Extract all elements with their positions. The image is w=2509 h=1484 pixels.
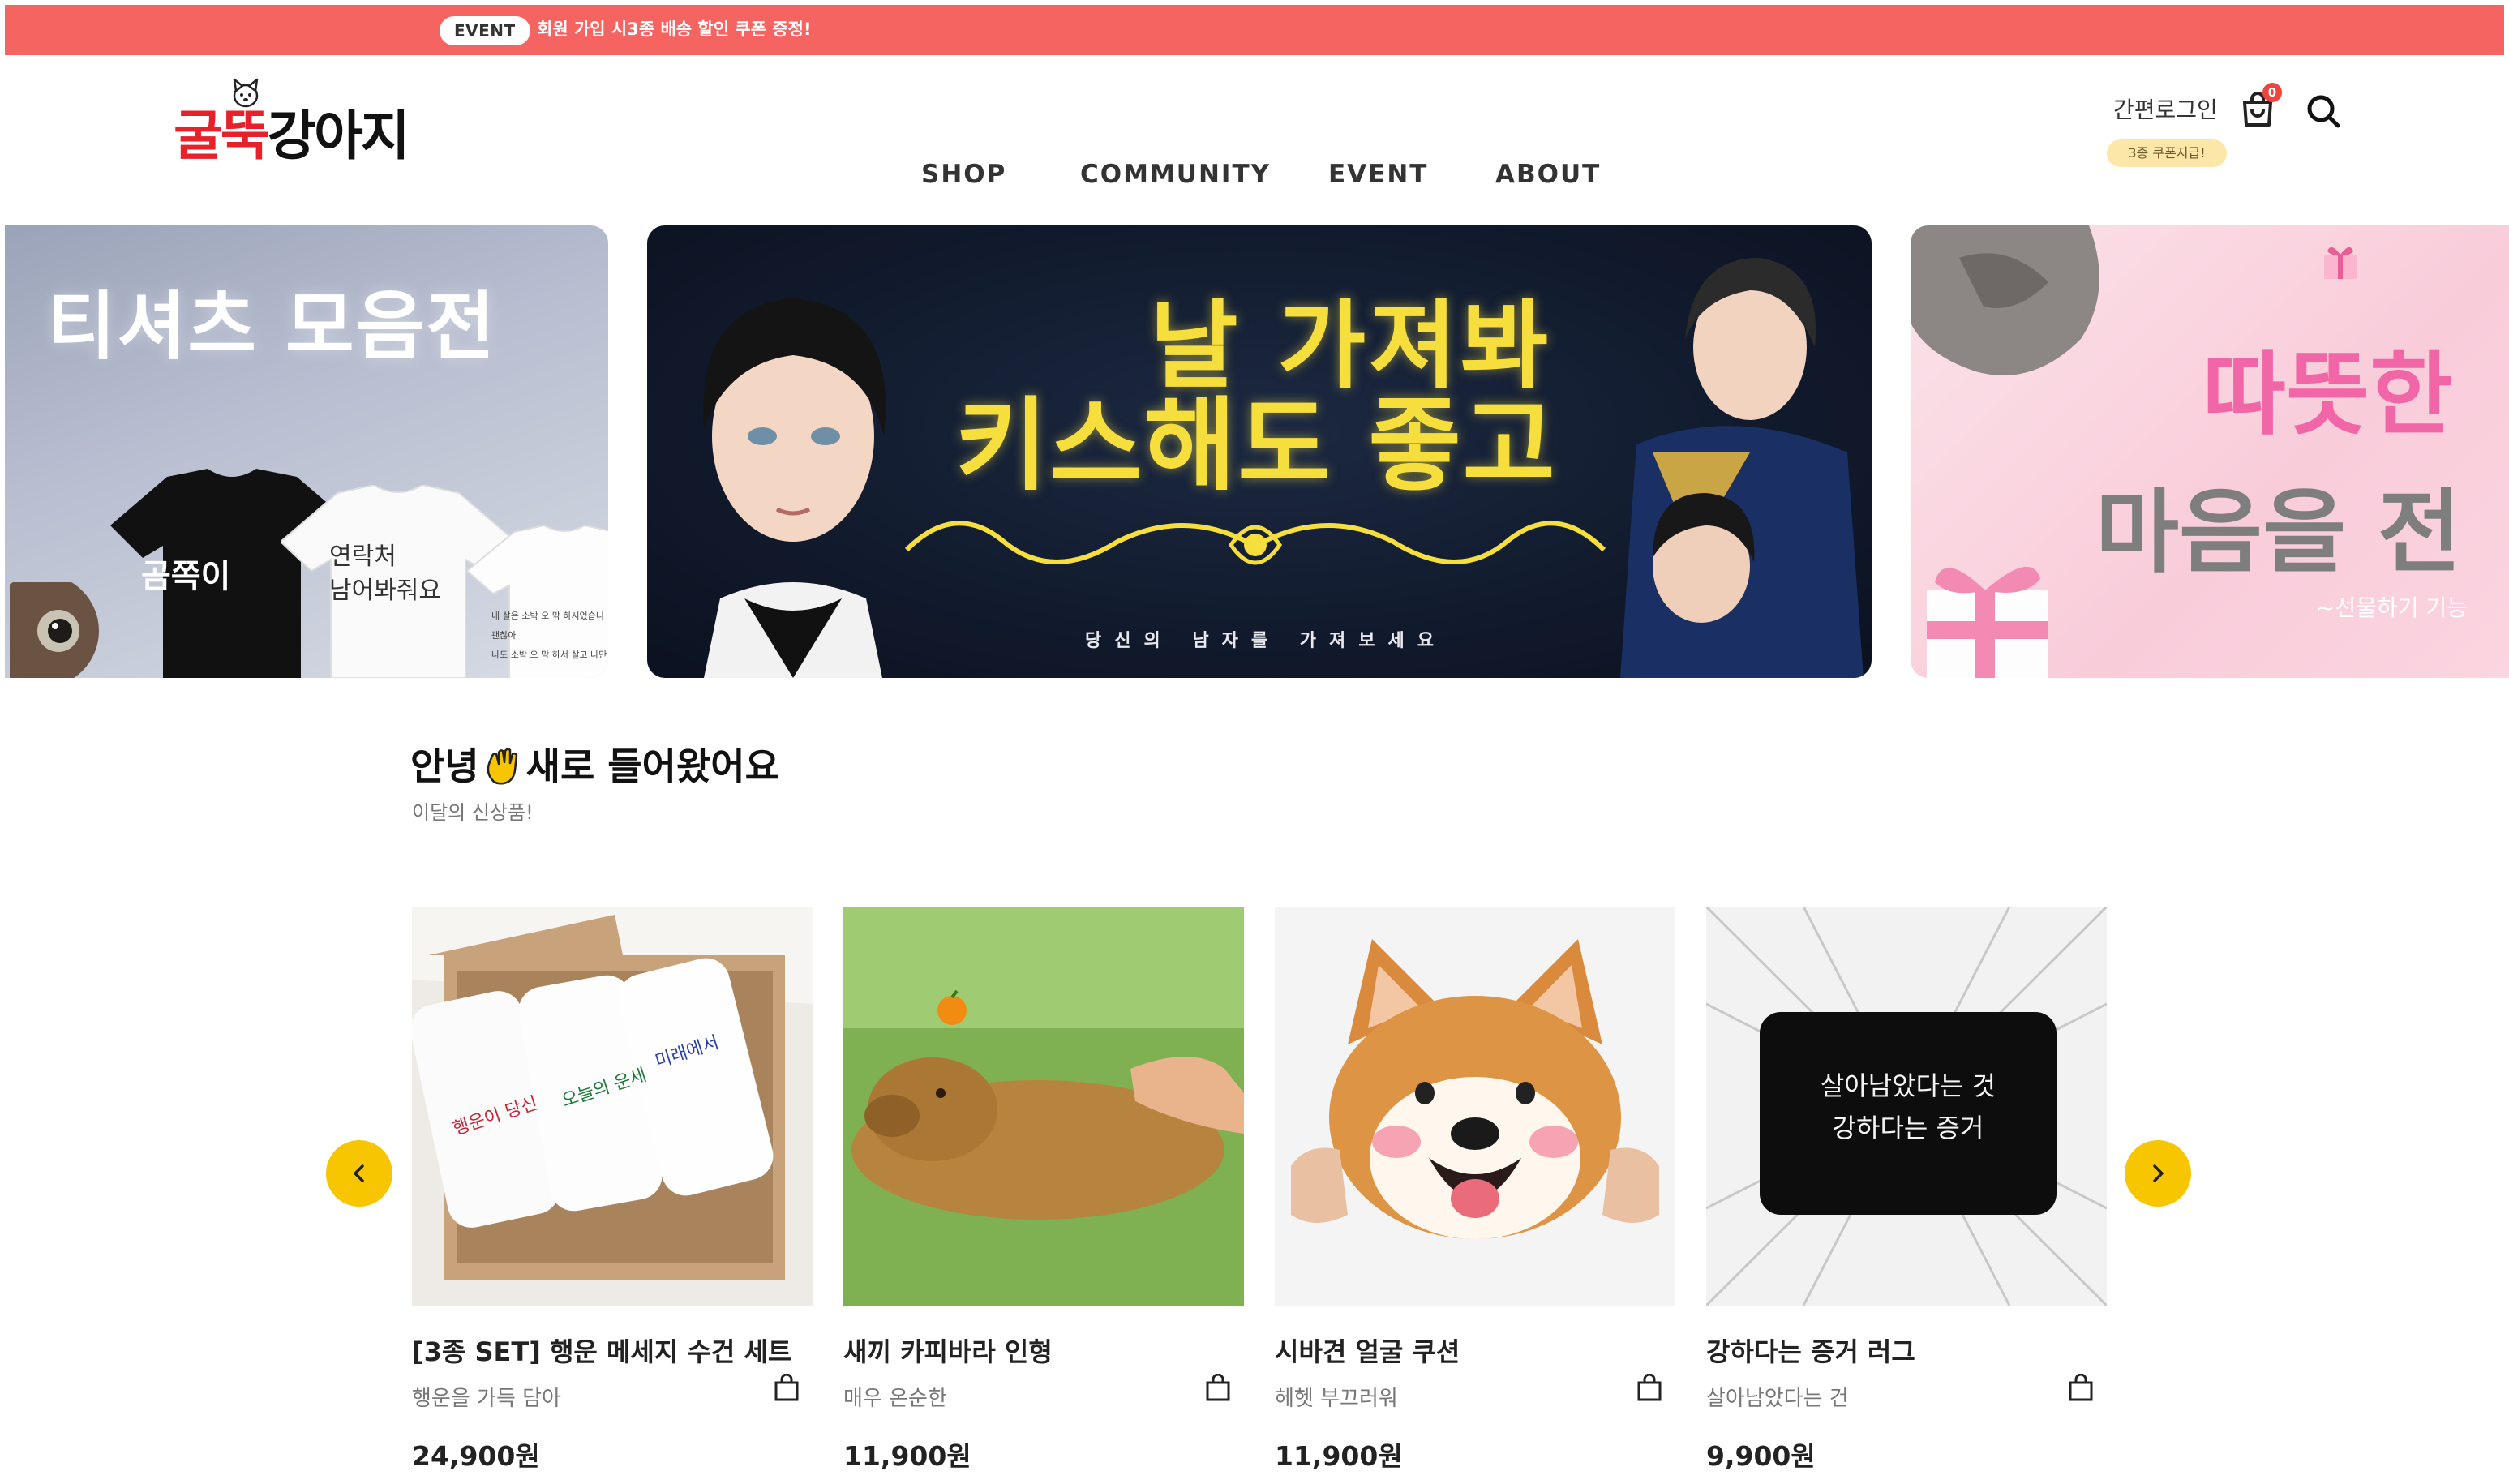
- product-description: 살아남았다는 건: [1706, 1387, 1849, 1411]
- banner-headline: 따뜻한: [2202, 342, 2454, 448]
- product-description: 매우 온순한: [843, 1387, 947, 1411]
- shirt-text: 곰쪽이: [141, 557, 231, 595]
- product-image[interactable]: 행운이 당신 오늘의 운세 미래에서: [412, 907, 813, 1306]
- waving-hand-icon: [487, 747, 517, 784]
- nav-about[interactable]: ABOUT: [1495, 154, 1601, 195]
- carousel-next-button[interactable]: [2125, 1140, 2191, 1207]
- banner-subtitle: ~선물하기 기능: [2316, 594, 2468, 621]
- nav-community[interactable]: COMMUNITY: [1080, 154, 1271, 195]
- product-description: 행운을 가득 담아: [412, 1387, 561, 1411]
- svg-text:강하다는 증거: 강하다는 증거: [1833, 1113, 1984, 1143]
- character-portrait: [1620, 258, 1864, 678]
- rock-illustration: [1911, 225, 2099, 375]
- chevron-right-icon: [2153, 1164, 2164, 1182]
- shopping-bag-icon[interactable]: [1636, 1374, 1662, 1401]
- coupon-badge[interactable]: 3종 쿠폰지급!: [2107, 139, 2227, 167]
- banner-subtitle: 당신의 남자를 가져보세요: [1085, 631, 1447, 651]
- logo[interactable]: 굴뚝강아지: [174, 78, 441, 167]
- svg-text:살아남았다는 것: 살아남았다는 것: [1821, 1070, 1996, 1101]
- product-image[interactable]: [1275, 907, 1675, 1306]
- login-link[interactable]: 간편로그인: [2113, 94, 2218, 127]
- event-badge: EVENT: [440, 16, 530, 45]
- section-subtitle: 이달의 신상품!: [412, 801, 534, 824]
- product-name[interactable]: 시바견 얼굴 쿠션: [1275, 1333, 1656, 1370]
- logo-text: 굴뚝강아지: [174, 105, 410, 167]
- monkey-illustration: [10, 582, 99, 678]
- search-icon[interactable]: [2305, 92, 2342, 130]
- shopping-bag-icon[interactable]: [2068, 1374, 2094, 1401]
- shopping-bag-icon[interactable]: [774, 1374, 800, 1401]
- section-title: 안녕 새로 들어왔어요: [410, 744, 779, 788]
- shirt-text: 연락처 남어봐줘요: [329, 543, 441, 605]
- cart-count-badge: 0: [2262, 83, 2282, 102]
- product-price: 11,900원: [843, 1440, 971, 1472]
- character-portrait: [703, 298, 886, 678]
- carousel-prev-button[interactable]: [326, 1140, 392, 1207]
- chevron-left-icon: [354, 1164, 364, 1182]
- product-name[interactable]: 새끼 카피바라 인형: [843, 1333, 1224, 1370]
- product-card[interactable]: 행운이 당신 오늘의 운세 미래에서 [3종 SET] 행운 메세지 수건 세트…: [412, 907, 813, 1484]
- banner-title: 티셔츠 모음전: [47, 283, 496, 370]
- product-card[interactable]: 살아남았다는 것 강하다는 증거 강하다는 증거 러그 살아남았다는 건 9,9…: [1706, 907, 2107, 1484]
- ornament-flourish-icon: [904, 521, 1606, 565]
- event-text[interactable]: 회원 가입 시3종 배송 할인 쿠폰 증정!: [537, 16, 812, 41]
- nav-event[interactable]: EVENT: [1328, 154, 1428, 195]
- banner-headline: 키스해도 좋고: [955, 387, 1557, 504]
- product-image[interactable]: [843, 907, 1244, 1306]
- product-image[interactable]: 살아남았다는 것 강하다는 증거: [1706, 907, 2107, 1306]
- product-price: 11,900원: [1275, 1440, 1403, 1472]
- product-description: 헤헷 부끄러워: [1275, 1387, 1398, 1411]
- product-price: 9,900원: [1706, 1440, 1816, 1472]
- nav-shop[interactable]: SHOP: [921, 154, 1006, 195]
- product-card[interactable]: 새끼 카피바라 인형 매우 온순한 11,900원: [843, 907, 1244, 1484]
- banner-gift[interactable]: 따뜻한 마음을 전 ~선물하기 기능: [1911, 225, 2509, 678]
- product-name[interactable]: 강하다는 증거 러그: [1706, 1333, 2087, 1370]
- shirt-small-text: 내 살은 소박 오 막 하시었습니 괜찮아 나도 소박 오 막 하서 살고 나만: [491, 611, 607, 660]
- shopping-bag-icon[interactable]: [1205, 1374, 1231, 1401]
- event-bar[interactable]: EVENT 회원 가입 시3종 배송 할인 쿠폰 증정!: [5, 5, 2504, 55]
- product-card[interactable]: 시바견 얼굴 쿠션 헤헷 부끄러워 11,900원: [1275, 907, 1675, 1484]
- banner-otome[interactable]: 날 가져봐 키스해도 좋고 당신의 남자를 가져보세요: [647, 225, 1872, 678]
- gift-icon: [2324, 247, 2357, 279]
- banner-headline: 마음을 전: [2095, 480, 2462, 585]
- banner-tshirt-collection[interactable]: 티셔츠 모음전 곰쪽이 연락처 남어봐줘요 내 살은 소박 오 막 하시었습니 …: [5, 225, 608, 678]
- gift-box-illustration: [1927, 566, 2048, 678]
- product-price: 24,900원: [412, 1440, 540, 1472]
- product-name[interactable]: [3종 SET] 행운 메세지 수건 세트: [412, 1333, 793, 1370]
